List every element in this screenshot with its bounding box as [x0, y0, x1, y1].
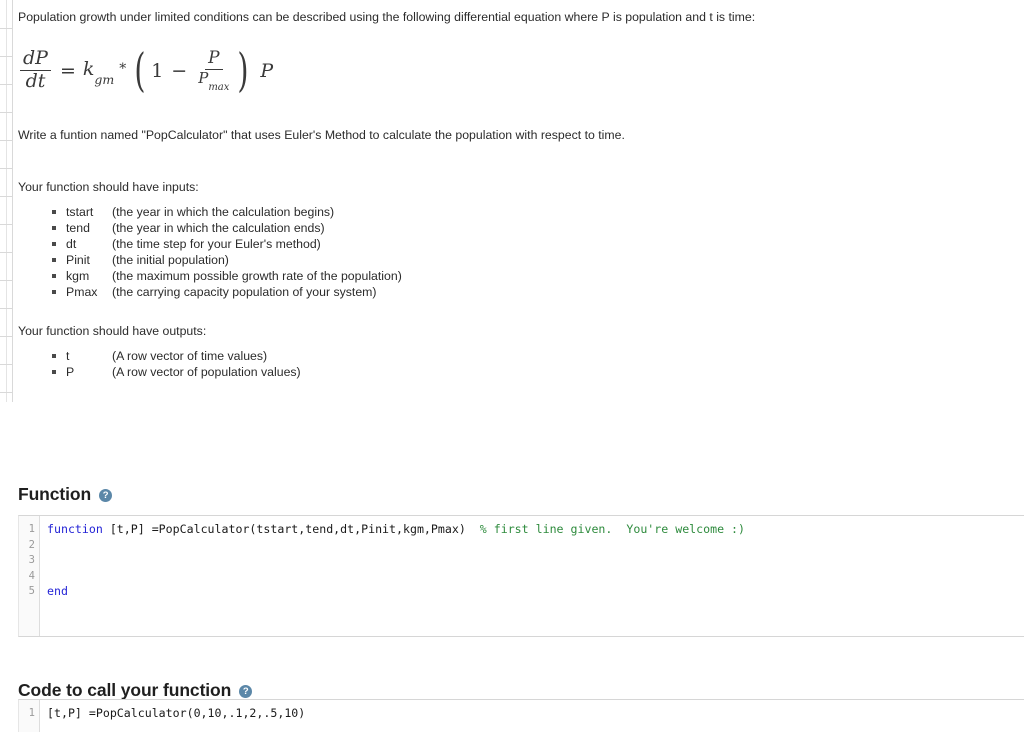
function-code-editor[interactable]: 1 2 3 4 5 function [t,P] =PopCalculator(…: [18, 515, 1024, 637]
inputs-label: Your function should have inputs:: [18, 180, 199, 195]
input-name: Pmax: [66, 284, 98, 299]
equation-lhs-numerator: dP: [20, 48, 51, 72]
code-line-4[interactable]: [47, 569, 1024, 585]
line-number: 1: [28, 707, 35, 719]
output-desc: (A row vector of time values): [112, 349, 268, 364]
help-icon[interactable]: ?: [99, 489, 113, 503]
outputs-list: t (A row vector of time values) P (A row v…: [18, 348, 1024, 380]
page-title: Function: [18, 484, 92, 505]
call-code-editor[interactable]: 1 [t,P] =PopCalculator(0,10,.1,2,.5,10): [18, 699, 1024, 732]
equation-close-paren: ): [237, 42, 249, 97]
code-line-1[interactable]: function [t,P] =PopCalculator(tstart,ten…: [47, 522, 1024, 538]
differential-equation: dP dt = kgm * ( 1 − P Pmax ) P: [18, 40, 1024, 102]
list-item: dt (the time step for your Euler's method…: [52, 236, 1024, 252]
intro-paragraph: Population growth under limited conditio…: [18, 10, 756, 24]
code-line-5[interactable]: end: [47, 584, 1024, 600]
input-desc: (the time step for your Euler's method): [112, 236, 321, 251]
function-code-area[interactable]: function [t,P] =PopCalculator(tstart,ten…: [40, 516, 1024, 636]
equation-kgm: kgm: [82, 58, 114, 87]
code-line-3[interactable]: [47, 553, 1024, 569]
code-signature: [t,P] =PopCalculator(tstart,tend,dt,Pini…: [102, 522, 466, 536]
input-name: kgm: [66, 268, 90, 283]
code-line-1[interactable]: [t,P] =PopCalculator(0,10,.1,2,.5,10): [47, 706, 1024, 722]
equation-ratio-denominator: Pmax: [195, 69, 232, 94]
outputs-label: Your function should have outputs:: [18, 323, 207, 338]
equation-trailing-p: P: [260, 59, 274, 82]
input-desc: (the year in which the calculation ends): [112, 220, 325, 235]
line-number: 3: [28, 554, 35, 567]
list-item: t (A row vector of time values): [52, 348, 1024, 364]
left-edge-grid: [0, 0, 13, 402]
help-icon[interactable]: ?: [239, 685, 253, 699]
code-keyword-end: end: [47, 584, 68, 599]
equation-open-paren: (: [134, 42, 146, 97]
equation-k-symbol: k: [82, 58, 95, 81]
code-comment: % first line given. You're welcome :): [465, 522, 746, 536]
list-item: tstart (the year in which the calculation…: [52, 204, 1024, 220]
code-keyword-function: function: [47, 522, 103, 536]
write-instruction: Write a funtion named "PopCalculator" th…: [18, 127, 625, 142]
input-name: tend: [66, 220, 90, 235]
line-number: 2: [28, 538, 35, 551]
input-desc: (the maximum possible growth rate of the…: [112, 268, 402, 283]
equation-minus-sign: −: [171, 59, 188, 82]
line-number: 4: [28, 569, 35, 582]
grid-vertical-rule: [6, 0, 7, 402]
equation-ratio-fraction: P Pmax: [195, 50, 232, 94]
output-name: t: [66, 349, 70, 364]
list-item: kgm (the maximum possible growth rate of …: [52, 268, 1024, 284]
equation-lhs-fraction: dP dt: [20, 48, 51, 93]
input-desc: (the initial population): [112, 252, 229, 267]
line-number: 1: [28, 523, 35, 535]
equation-k-subscript: gm: [94, 71, 115, 87]
equation-multiply-sign: *: [119, 60, 127, 77]
list-item: tend (the year in which the calculation e…: [52, 220, 1024, 236]
function-editor-gutter: 1 2 3 4 5: [19, 516, 40, 636]
output-desc: (A row vector of population values): [112, 365, 301, 380]
inputs-list: tstart (the year in which the calculation…: [18, 204, 1024, 300]
equation-ratio-den-subscript: max: [208, 82, 230, 94]
list-item: Pinit (the initial population): [52, 252, 1024, 268]
equation-ratio-numerator: P: [205, 50, 223, 71]
input-desc: (the year in which the calculation begin…: [112, 204, 335, 219]
code-line-2[interactable]: [47, 538, 1024, 554]
input-name: tstart: [66, 204, 94, 219]
call-code-area[interactable]: [t,P] =PopCalculator(0,10,.1,2,.5,10): [40, 700, 1024, 732]
function-section-heading: Function ?: [18, 484, 1024, 505]
input-name: Pinit: [66, 252, 90, 267]
list-item: Pmax (the carrying capacity population of…: [52, 284, 1024, 300]
list-item: P (A row vector of population values): [52, 364, 1024, 380]
output-name: P: [66, 365, 75, 380]
equation-ratio-den-symbol: P: [198, 69, 209, 88]
input-desc: (the carrying capacity population of you…: [112, 284, 377, 299]
line-number: 5: [28, 585, 35, 598]
equation-equals-sign: =: [59, 59, 76, 82]
equation-lhs-denominator: dt: [25, 70, 46, 93]
input-name: dt: [66, 236, 77, 251]
equation-one: 1: [151, 59, 164, 82]
call-editor-gutter: 1: [19, 700, 40, 732]
